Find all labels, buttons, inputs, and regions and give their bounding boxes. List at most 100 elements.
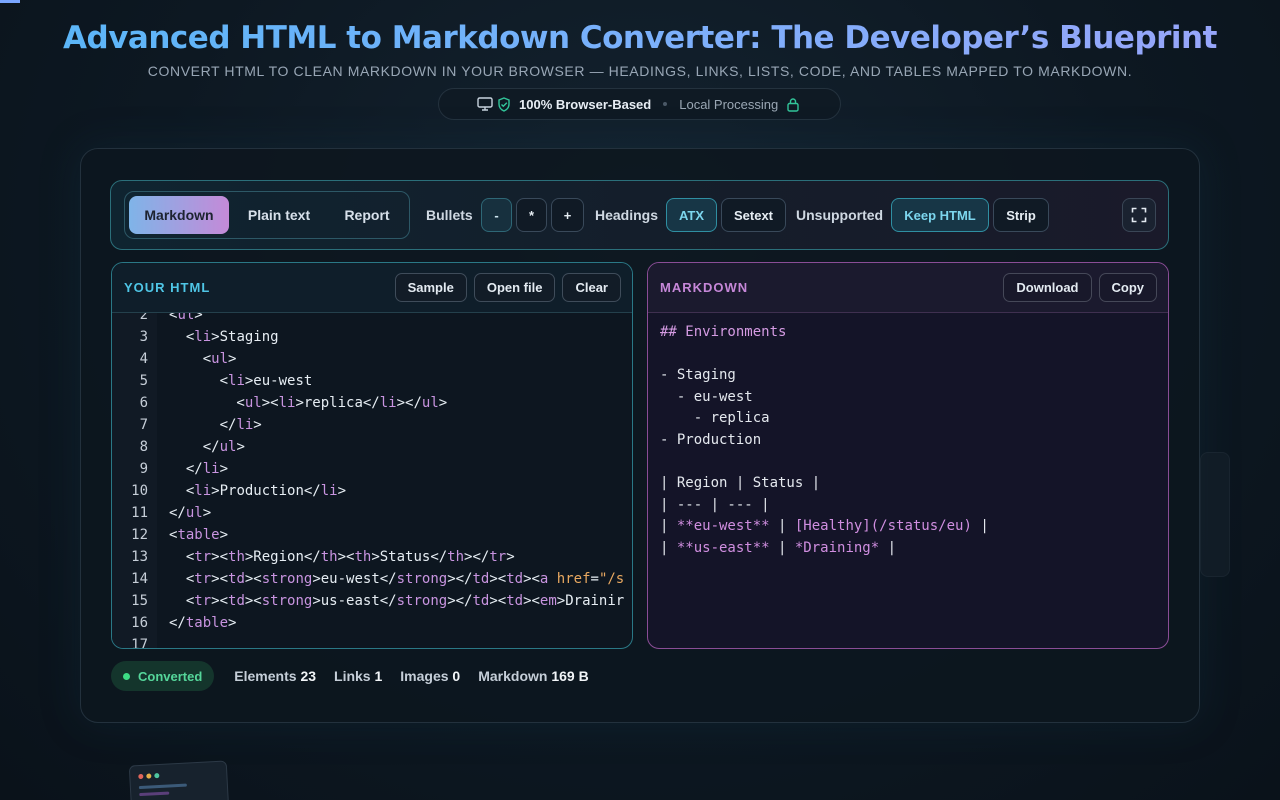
line-number: 4 (139, 351, 148, 367)
markdown-size-label: Markdown (478, 668, 548, 684)
code-line: 11 </ul> (112, 502, 632, 524)
monitor-icon (477, 97, 493, 111)
line-number: 14 (131, 571, 148, 587)
images-label: Images (400, 668, 449, 684)
html-panel-header: YOUR HTML Sample Open file Clear (112, 263, 632, 313)
code-text: <ul><li>replica</li></ul> (169, 395, 448, 411)
bullets-label: Bullets (426, 207, 473, 223)
code-text: <li>eu-west (169, 373, 313, 389)
markdown-line (660, 344, 989, 366)
line-number: 9 (139, 461, 148, 477)
line-number: 11 (131, 505, 148, 521)
elements-label: Elements (234, 668, 297, 684)
line-number: 12 (131, 527, 148, 543)
line-number: 16 (131, 615, 148, 631)
code-line: 13 <tr><th>Region</th><th>Status</th></t… (112, 546, 632, 568)
thumb-dot-green (154, 773, 160, 779)
html-panel-title: YOUR HTML (124, 280, 211, 295)
code-text: <tr><th>Region</th><th>Status</th></tr> (169, 549, 515, 565)
bullet-plus-button[interactable]: + (551, 198, 584, 232)
code-text: <ul> (169, 351, 237, 367)
code-line: 16 </table> (112, 612, 632, 634)
conversion-status-badge: Converted (111, 661, 215, 691)
code-text: </ul> (169, 505, 212, 521)
markdown-size-value: 169 B (551, 668, 589, 684)
code-text: <tr><td><strong>eu-west</strong></td><td… (169, 571, 625, 587)
mode-report-tab[interactable]: Report (329, 196, 405, 234)
code-text: </li> (169, 417, 262, 433)
shield-check-icon (498, 96, 510, 112)
lock-icon (787, 97, 799, 112)
code-text: </table> (169, 615, 237, 631)
elements-count: 23 (300, 668, 317, 684)
code-line: 17 (112, 634, 632, 648)
mode-plain-text-tab[interactable]: Plain text (229, 196, 329, 234)
download-button[interactable]: Download (1003, 273, 1092, 302)
markdown-line: - Production (660, 431, 762, 448)
corner-accent (0, 0, 20, 3)
open-file-button[interactable]: Open file (473, 273, 556, 302)
thumb-line-2 (139, 791, 170, 797)
strip-button[interactable]: Strip (993, 198, 1049, 232)
copy-button[interactable]: Copy (1098, 273, 1157, 302)
code-text: <li>Staging (169, 329, 279, 345)
status-bar: Converted Elements 23 Links 1 Images 0 M… (111, 661, 589, 691)
line-number: 15 (131, 593, 148, 609)
code-line: 7 </li> (112, 414, 632, 436)
page-subtitle: CONVERT HTML TO CLEAN MARKDOWN IN YOUR B… (147, 63, 1133, 79)
headings-label: Headings (595, 207, 659, 223)
bullet-star-button[interactable]: * (516, 198, 547, 232)
line-number: 13 (131, 549, 148, 565)
markdown-line: - eu-west (660, 388, 753, 405)
code-line: 3 <li>Staging (112, 326, 632, 348)
markdown-panel-title: MARKDOWN (660, 280, 749, 295)
markdown-line (660, 452, 989, 474)
badge-separator (663, 102, 668, 106)
line-number: 17 (131, 637, 148, 648)
code-line: 2 <ul> (112, 313, 632, 326)
code-text: <li>Production</li> (169, 483, 347, 499)
sample-button[interactable]: Sample (394, 273, 467, 302)
line-number: 5 (139, 373, 148, 389)
code-line: 8 </ul> (112, 436, 632, 458)
heading-atx-button[interactable]: ATX (666, 198, 717, 232)
links-label: Links (334, 668, 371, 684)
keep-html-button[interactable]: Keep HTML (891, 198, 989, 232)
markdown-panel-header: MARKDOWN Download Copy (648, 263, 1168, 313)
elements-stat: Elements 23 (234, 668, 316, 684)
html-code-editor[interactable]: 2 <ul> 3 <li>Staging 4 <ul> 5 <li>eu-west 6 <… (112, 313, 632, 648)
markdown-line: - replica (660, 410, 770, 427)
mode-markdown-tab[interactable]: Markdown (129, 196, 229, 234)
line-number: 8 (139, 439, 148, 455)
code-line: 6 <ul><li>replica</li></ul> (112, 392, 632, 414)
code-line: 5 <li>eu-west (112, 370, 632, 392)
links-stat: Links 1 (334, 668, 382, 684)
code-line: 10 <li>Production</li> (112, 480, 632, 502)
line-number: 10 (131, 483, 148, 499)
badge-browser-based: 100% Browser-Based (519, 96, 652, 112)
line-number: 6 (139, 395, 148, 411)
page-title: Advanced HTML to Markdown Converter: The… (0, 20, 1280, 56)
markdown-line: | **us-east** | *Draining* | (660, 539, 897, 556)
bullet-dash-button[interactable]: - (481, 198, 512, 232)
images-stat: Images 0 (400, 668, 460, 684)
unsupported-label: Unsupported (796, 207, 884, 223)
markdown-output-panel: MARKDOWN Download Copy ## Environments -… (647, 262, 1169, 649)
code-text: <tr><td><strong>us-east</strong></td><td… (169, 593, 625, 609)
code-text: </li> (169, 461, 229, 477)
line-number: 2 (139, 313, 148, 323)
html-input-panel: YOUR HTML Sample Open file Clear 2 <ul> 3 … (111, 262, 633, 649)
heading-setext-button[interactable]: Setext (721, 198, 786, 232)
output-mode-switch: Markdown Plain text Report (124, 191, 410, 239)
code-line: 9 </li> (112, 458, 632, 480)
thumb-line-1 (138, 783, 187, 790)
fullscreen-button[interactable] (1122, 198, 1156, 232)
code-line: 14 <tr><td><strong>eu-west</strong></td>… (112, 568, 632, 590)
clear-button[interactable]: Clear (562, 273, 621, 302)
code-line: 15 <tr><td><strong>us-east</strong></td>… (112, 590, 632, 612)
thumb-dot-red (138, 773, 144, 780)
markdown-output-text[interactable]: ## Environments - Staging - eu-west - re… (660, 322, 989, 560)
privacy-badge: 100% Browser-Based Local Processing (438, 88, 841, 120)
markdown-line: | **eu-west** | [Healthy](/status/eu) | (660, 518, 989, 535)
markdown-line: ## Environments (660, 324, 787, 340)
